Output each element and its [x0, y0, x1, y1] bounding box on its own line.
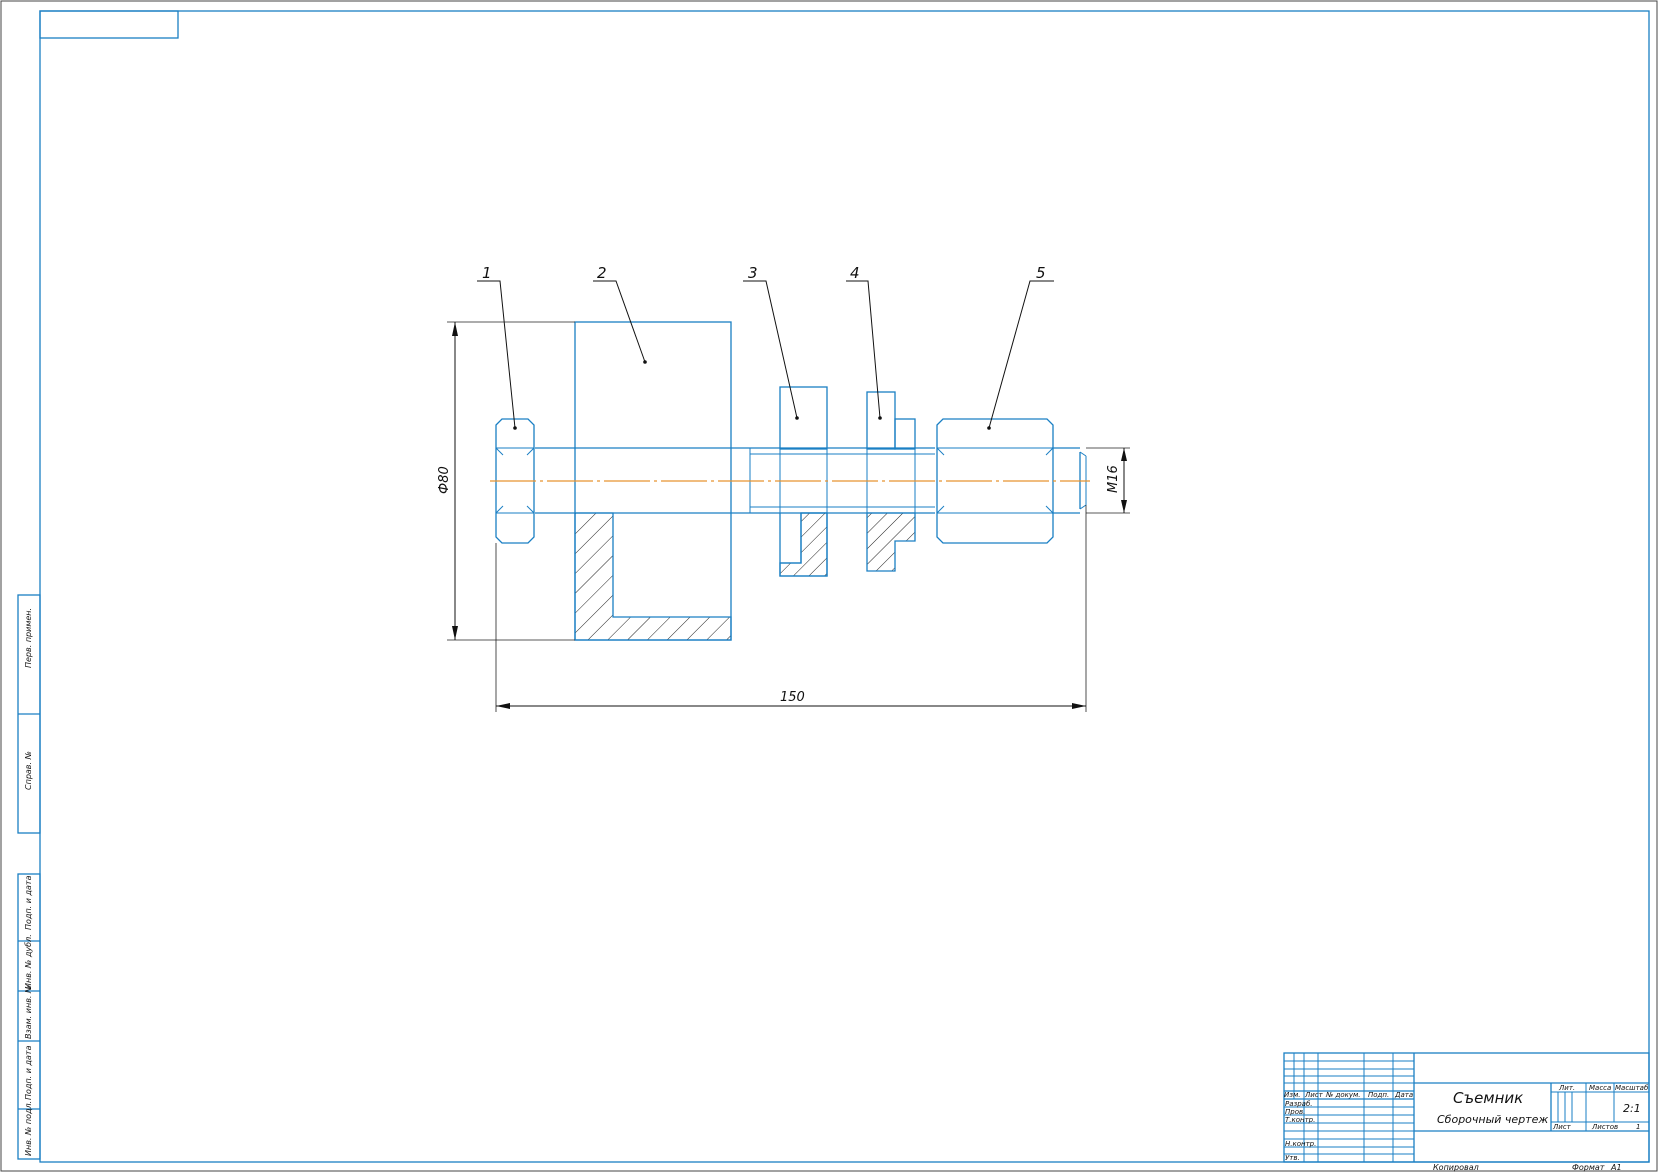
dimension-length-label: 150 — [780, 690, 805, 705]
tb-sheet-label: Лист — [1552, 1123, 1572, 1131]
position-leaders: 1 2 3 4 5 — [477, 264, 1054, 430]
tb-role-checker: Пров. — [1285, 1108, 1305, 1116]
tb-col-docno: № докум. — [1325, 1091, 1361, 1099]
dimension-thread: М16 — [1086, 447, 1130, 514]
stamp-replaced-inv: Взам. инв. № — [24, 985, 33, 1039]
stamp-dup-inv: Инв. № дубл. — [24, 934, 33, 989]
dimension-thread-label: М16 — [1106, 465, 1121, 493]
tb-subtitle: Сборочный чертеж — [1437, 1113, 1548, 1126]
stamp-first-use: Перв. примен. — [24, 608, 33, 668]
tb-sheets-label: Листов — [1591, 1123, 1618, 1131]
position-2: 2 — [597, 264, 607, 282]
sheet-edge — [0, 0, 1658, 1172]
tb-sheets-value: 1 — [1636, 1123, 1640, 1131]
code-box — [39, 10, 179, 39]
stamp-ref-no: Справ. № — [24, 751, 33, 790]
title-block: Изм. Лист № докум. Подп. Дата Разраб. Пр… — [1283, 1052, 1650, 1163]
format-label: Формат — [1572, 1163, 1605, 1172]
stamp-sign-date-2: Подп. и дата — [24, 1045, 33, 1100]
tb-role-approver: Утв. — [1285, 1154, 1300, 1162]
tb-role-developer: Разраб. — [1285, 1100, 1313, 1108]
drawing-sheet: Перв. примен. Справ. № Подп. и дата Инв.… — [0, 0, 1658, 1172]
tb-col-sign: Подп. — [1368, 1091, 1389, 1099]
drawing-frame — [39, 10, 1650, 1163]
position-1: 1 — [482, 264, 492, 282]
tb-role-ncontrol: Н.контр. — [1285, 1140, 1316, 1148]
stamp-sign-date-1: Подп. и дата — [24, 875, 33, 930]
tb-col-date: Дата — [1394, 1091, 1413, 1099]
tb-role-tcontrol: Т.контр. — [1285, 1116, 1315, 1124]
tb-scale-value: 2:1 — [1623, 1102, 1641, 1115]
position-5: 5 — [1036, 264, 1046, 282]
tb-col-sheet: Лист — [1304, 1091, 1324, 1099]
tb-head-mass: Масса — [1589, 1084, 1611, 1092]
side-stamp: Перв. примен. Справ. № Подп. и дата Инв.… — [17, 594, 41, 1160]
position-3: 3 — [748, 264, 758, 282]
dimension-diameter-label: Ф80 — [437, 466, 452, 494]
stamp-orig-inv: Инв. № подл. — [24, 1101, 33, 1156]
tb-head-scale: Масштаб — [1615, 1084, 1649, 1092]
format-value: А1 — [1610, 1163, 1622, 1172]
position-4: 4 — [850, 264, 860, 282]
tb-title: Съемник — [1453, 1089, 1523, 1107]
tb-head-lit: Лит. — [1558, 1084, 1575, 1092]
assembly-view: 1 2 3 4 5 Ф80 150 М16 — [437, 264, 1130, 712]
copied-label: Копировал — [1433, 1163, 1479, 1172]
tb-col-change: Изм. — [1284, 1091, 1300, 1099]
